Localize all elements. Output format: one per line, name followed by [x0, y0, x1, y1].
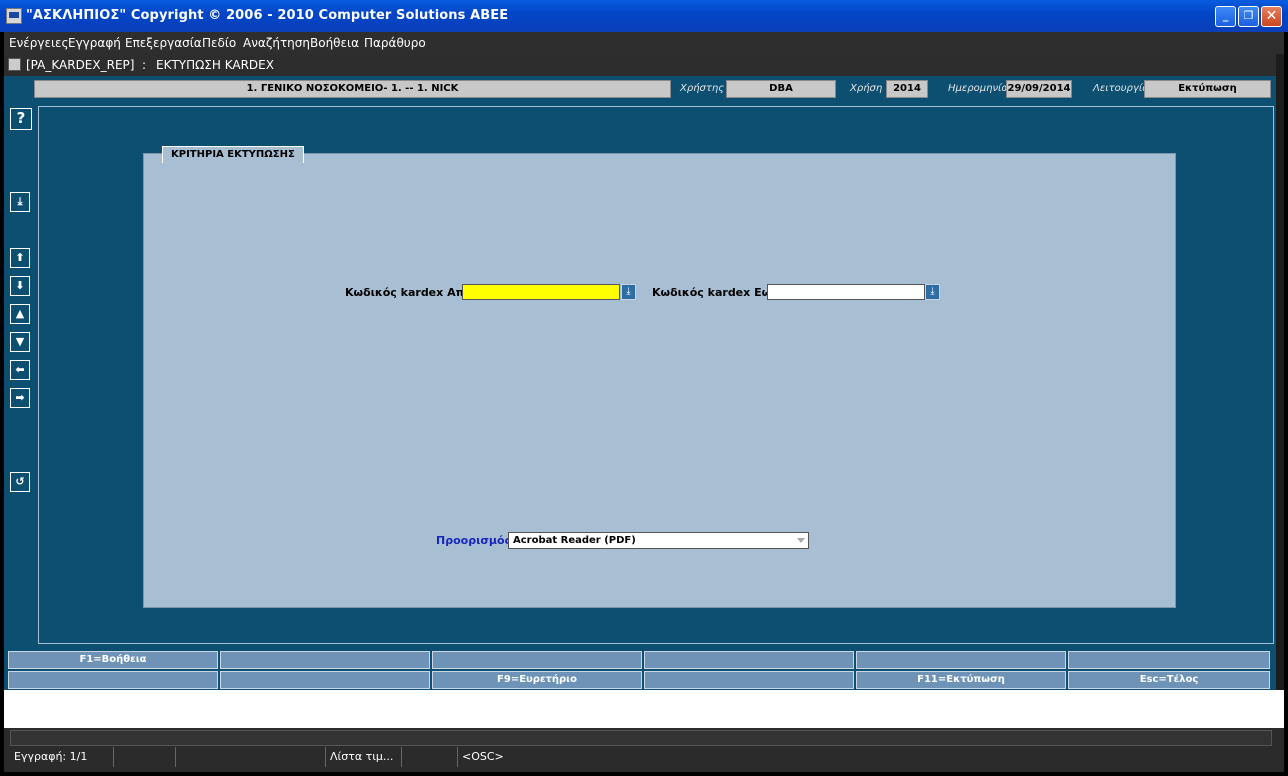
- menu-item-window[interactable]: Παράθυρο: [364, 36, 426, 50]
- kardex-from-label: Κωδικός kardex Από: [345, 286, 472, 299]
- previous-page-icon: ▲: [15, 307, 25, 320]
- status-mode: <OSC>: [462, 750, 504, 763]
- next-record-icon: ⬇: [15, 279, 25, 292]
- kardex-to-lov-button[interactable]: ⤓: [925, 284, 940, 300]
- kardex-from-lov-button[interactable]: ⤓: [621, 284, 636, 300]
- year-field: 2014: [886, 80, 928, 98]
- window-title: "ΑΣΚΛΗΠΙΟΣ" Copyright © 2006 - 2010 Comp…: [26, 8, 509, 23]
- first-record-icon: ⬆: [15, 251, 25, 264]
- exit-button[interactable]: ↺: [10, 472, 30, 492]
- kardex-to-label: Κωδικός kardex Εως: [652, 286, 778, 299]
- first-record-button[interactable]: ⬆: [10, 248, 30, 268]
- kardex-to-input[interactable]: [767, 284, 925, 300]
- status-empty: [114, 747, 176, 767]
- fkey-empty[interactable]: [220, 651, 430, 669]
- fkey-empty[interactable]: [220, 671, 430, 689]
- fkey-f9-index[interactable]: F9=Ευρετήριο: [432, 671, 642, 689]
- previous-page-button[interactable]: ▲: [10, 304, 30, 324]
- form-title: ΕΚΤΥΠΩΣΗ KARDEX: [156, 58, 274, 72]
- help-icon: ?: [16, 109, 26, 127]
- next-record-button[interactable]: ⬇: [10, 276, 30, 296]
- fkey-f1-help[interactable]: F1=Βοήθεια: [8, 651, 218, 669]
- menu-item-help[interactable]: Βοήθεια: [310, 36, 359, 50]
- form-window: [PA_KARDEX_REP] : ΕΚΤΥΠΩΣΗ KARDEX 1. ΓΕΝ…: [4, 54, 1276, 690]
- menu-item-field[interactable]: Πεδίο: [202, 36, 236, 50]
- form-title-separator: :: [142, 58, 147, 72]
- previous-field-icon: ⬅: [15, 363, 25, 376]
- kardex-from-input[interactable]: [462, 284, 620, 300]
- criteria-section-title: ΚΡΙΤΗΡΙΑ ΕΚΤΥΠΩΣΗΣ: [162, 146, 304, 163]
- window-title-bar[interactable]: "ΑΣΚΛΗΠΙΟΣ" Copyright © 2006 - 2010 Comp…: [0, 0, 1288, 32]
- lov-icon: ⤓: [17, 195, 23, 208]
- help-button[interactable]: ?: [10, 108, 32, 130]
- status-record: Εγγραφή: 1/1: [10, 747, 114, 767]
- fkey-esc-exit[interactable]: Esc=Τέλος: [1068, 671, 1270, 689]
- menu-item-actions[interactable]: Ενέργειες: [9, 36, 69, 50]
- next-field-icon: ➡: [15, 391, 25, 404]
- next-field-button[interactable]: ➡: [10, 388, 30, 408]
- form-icon: [8, 58, 21, 71]
- menu-item-record[interactable]: Εγγραφή: [68, 36, 121, 50]
- date-label: Ημερομηνία: [948, 83, 1009, 94]
- lov-arrow-icon: ⤓: [930, 286, 935, 297]
- date-field: 29/09/2014: [1006, 80, 1072, 98]
- form-code: [PA_KARDEX_REP]: [26, 58, 135, 72]
- destination-select[interactable]: Acrobat Reader (PDF): [508, 532, 809, 549]
- status-list: Λίστα τιμ...: [326, 747, 402, 767]
- menu-item-edit[interactable]: Επεξεργασία: [125, 36, 202, 50]
- empty-workspace: [4, 690, 1284, 728]
- lov-button[interactable]: ⤓: [10, 192, 30, 212]
- message-line: [10, 730, 1272, 746]
- close-button[interactable]: ✕: [1261, 6, 1282, 27]
- fkey-empty[interactable]: [856, 651, 1066, 669]
- form-title-bar: [PA_KARDEX_REP] : ΕΚΤΥΠΩΣΗ KARDEX: [4, 54, 1276, 76]
- fkey-empty[interactable]: [644, 671, 854, 689]
- status-empty: [176, 747, 326, 767]
- fkey-empty[interactable]: [432, 651, 642, 669]
- next-page-icon: ▼: [15, 335, 25, 348]
- close-icon: ✕: [1265, 8, 1278, 24]
- previous-field-button[interactable]: ⬅: [10, 360, 30, 380]
- organization-field: 1. ΓΕΝΙΚΟ ΝΟΣΟΚΟΜΕΙΟ- 1. -- 1. NICK: [34, 80, 671, 98]
- lov-arrow-icon: ⤓: [626, 286, 631, 297]
- fkey-empty[interactable]: [1068, 651, 1270, 669]
- dropdown-arrow-icon: [797, 538, 805, 543]
- window-scroll-strip: [1276, 54, 1284, 694]
- menu-bar: Ενέργειες Εγγραφή Επεξεργασία Πεδίο Αναζ…: [4, 32, 1284, 54]
- exit-icon: ↺: [15, 475, 25, 488]
- restore-button[interactable]: ❐: [1238, 6, 1259, 27]
- restore-icon: ❐: [1243, 9, 1254, 22]
- function-field: Εκτύπωση: [1144, 80, 1271, 98]
- fkey-f11-print[interactable]: F11=Εκτύπωση: [856, 671, 1066, 689]
- destination-value: Acrobat Reader (PDF): [513, 535, 636, 546]
- minimize-button[interactable]: _: [1215, 6, 1236, 27]
- user-label: Χρήστης: [680, 83, 725, 94]
- year-label: Χρήση: [850, 83, 883, 94]
- fkey-empty[interactable]: [8, 671, 218, 689]
- next-page-button[interactable]: ▼: [10, 332, 30, 352]
- fkey-empty[interactable]: [644, 651, 854, 669]
- menu-item-search[interactable]: Αναζήτηση: [243, 36, 310, 50]
- minimize-icon: _: [1222, 9, 1229, 22]
- app-icon: [6, 8, 22, 24]
- status-empty: [402, 747, 458, 767]
- destination-label: Προορισμός: [436, 534, 512, 547]
- function-label: Λειτουργία: [1093, 83, 1149, 94]
- user-field: DBA: [726, 80, 836, 98]
